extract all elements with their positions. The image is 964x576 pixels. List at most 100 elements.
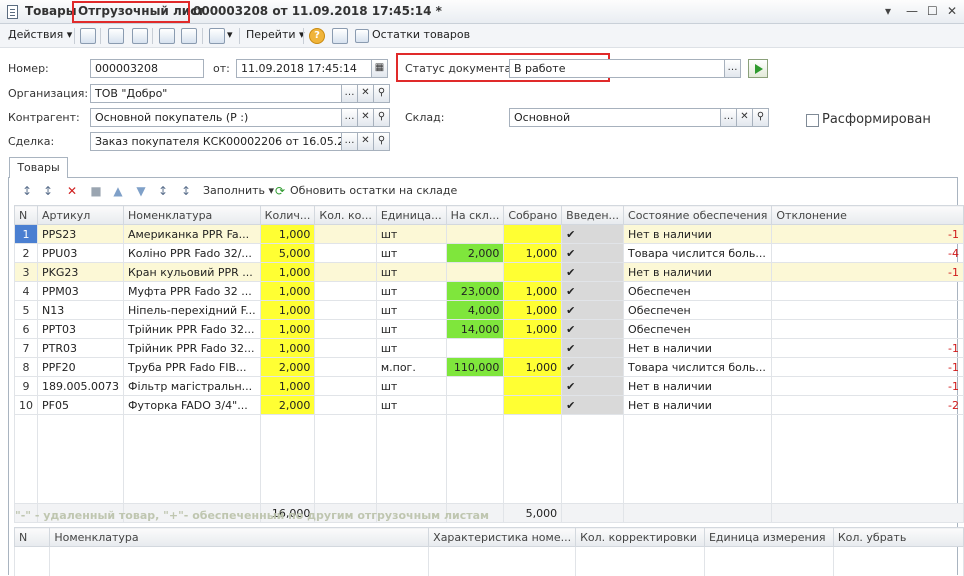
- org-field[interactable]: ТОВ "Добро": [90, 84, 342, 103]
- cell-nomenclature[interactable]: Ніпель-перехідний F...: [122, 300, 261, 320]
- warehouse-clear-icon[interactable]: ✕: [736, 108, 753, 127]
- col-header-name[interactable]: Номенклатура: [122, 205, 261, 225]
- cell-deviation[interactable]: [771, 300, 964, 320]
- cell-correction[interactable]: [314, 262, 377, 282]
- deal-open-icon[interactable]: ⚲: [373, 132, 390, 151]
- col2-header-n[interactable]: N: [13, 527, 51, 547]
- cell-row-number[interactable]: 8: [14, 357, 38, 377]
- deal-select-button[interactable]: …: [341, 132, 358, 151]
- cell-nomenclature[interactable]: Футорка FADO 3/4"...: [122, 395, 261, 415]
- cell-row-number[interactable]: 6: [14, 319, 38, 339]
- cell-deviation[interactable]: -1: [771, 376, 964, 396]
- unpost-icon[interactable]: [181, 28, 197, 44]
- cell-correction[interactable]: [314, 224, 377, 244]
- cell-correction[interactable]: [314, 357, 377, 377]
- col2-header-corr-qty[interactable]: Кол. корректировки: [575, 527, 705, 547]
- help-icon[interactable]: ?: [309, 28, 325, 44]
- cell-unit[interactable]: шт: [375, 395, 447, 415]
- table-row[interactable]: 10 PF05 Футорка FADO 3/4"... 2,000 шт ✔ Нет в …: [14, 395, 964, 415]
- cell-correction[interactable]: [314, 281, 377, 301]
- based-on-dropdown-icon[interactable]: ▾: [227, 28, 233, 41]
- cell-collected[interactable]: [503, 376, 563, 396]
- sort-asc-icon[interactable]: ↕: [20, 184, 34, 198]
- number-field[interactable]: 000003208: [90, 59, 204, 78]
- cell-nomenclature[interactable]: Коліно PPR Fado 32/...: [122, 243, 261, 263]
- stock-button[interactable]: Остатки товаров: [372, 28, 470, 41]
- cell-quantity[interactable]: 5,000: [259, 243, 316, 263]
- col-header-stock[interactable]: На скл...: [445, 205, 505, 225]
- col-header-article[interactable]: Артикул: [37, 205, 124, 225]
- cell-collected[interactable]: 1,000: [503, 319, 563, 339]
- cell-deviation[interactable]: -2: [771, 395, 964, 415]
- cell-supply-state[interactable]: Обеспечен: [623, 300, 773, 320]
- cell-article[interactable]: PPS23: [37, 224, 124, 244]
- actions-menu[interactable]: Действия ▾: [8, 28, 72, 41]
- cell-supply-state[interactable]: Нет в наличии: [623, 395, 773, 415]
- cell-quantity[interactable]: 1,000: [259, 262, 316, 282]
- cell-collected[interactable]: 1,000: [503, 300, 563, 320]
- disband-checkbox[interactable]: [806, 114, 819, 127]
- cell-supply-state[interactable]: Нет в наличии: [623, 376, 773, 396]
- cell-stock[interactable]: 23,000: [445, 281, 505, 301]
- cell-correction[interactable]: [314, 376, 377, 396]
- cell-deviation[interactable]: -1: [771, 357, 964, 377]
- date-field[interactable]: 11.09.2018 17:45:14: [236, 59, 372, 78]
- cell-article[interactable]: PPM03: [37, 281, 124, 301]
- cell-collected[interactable]: 1,000: [503, 243, 563, 263]
- table-row[interactable]: 6 PPT03 Трійник PPR Fado 32... 1,000 шт 14,00…: [14, 319, 964, 339]
- move-up-icon[interactable]: ▲: [111, 184, 125, 198]
- cell-unit[interactable]: шт: [375, 376, 447, 396]
- cell-entered[interactable]: ✔: [561, 338, 625, 358]
- post-close-icon[interactable]: [80, 28, 96, 44]
- cell-deviation[interactable]: [771, 319, 964, 339]
- cell-nomenclature[interactable]: Кран кульовий PPR ...: [122, 262, 261, 282]
- cell-collected[interactable]: [503, 338, 563, 358]
- table-row[interactable]: 1 PPS23 Американка PPR Fa... 1,000 шт ✔ Нет в …: [14, 224, 964, 244]
- warehouse-open-icon[interactable]: ⚲: [752, 108, 769, 127]
- cell-row-number[interactable]: 10: [14, 395, 38, 415]
- cell-row-number[interactable]: 2: [14, 243, 38, 263]
- cell-entered[interactable]: ✔: [561, 281, 625, 301]
- col-header-state[interactable]: Состояние обеспечения: [623, 205, 773, 225]
- table-row[interactable]: 5 N13 Ніпель-перехідний F... 1,000 шт 4,000 1,…: [14, 300, 964, 320]
- cell-entered[interactable]: ✔: [561, 243, 625, 263]
- table-row[interactable]: 7 PTR03 Трійник PPR Fado 32... 1,000 шт ✔ Нет …: [14, 338, 964, 358]
- cell-entered[interactable]: ✔: [561, 224, 625, 244]
- cell-correction[interactable]: [314, 395, 377, 415]
- cell-quantity[interactable]: 1,000: [259, 281, 316, 301]
- cell-quantity[interactable]: 1,000: [259, 319, 316, 339]
- minimize-icon[interactable]: —: [906, 4, 918, 18]
- cell-collected[interactable]: [503, 395, 563, 415]
- cell-stock[interactable]: 2,000: [445, 243, 505, 263]
- cell-stock[interactable]: 4,000: [445, 300, 505, 320]
- cell-deviation[interactable]: -1: [771, 338, 964, 358]
- cell-entered[interactable]: ✔: [561, 376, 625, 396]
- org-open-icon[interactable]: ⚲: [373, 84, 390, 103]
- maximize-icon[interactable]: ☐: [927, 4, 938, 18]
- col-header-qty[interactable]: Колич...: [259, 205, 316, 225]
- cell-nomenclature[interactable]: Труба PPR Fado FIB...: [122, 357, 261, 377]
- cell-article[interactable]: PKG23: [37, 262, 124, 282]
- org-clear-icon[interactable]: ✕: [357, 84, 374, 103]
- cell-supply-state[interactable]: Нет в наличии: [623, 338, 773, 358]
- cell-stock[interactable]: 110,000: [445, 357, 505, 377]
- contractor-field[interactable]: Основной покупатель (Р :): [90, 108, 342, 127]
- cell-unit[interactable]: шт: [375, 281, 447, 301]
- cell-row-number[interactable]: 9: [14, 376, 38, 396]
- cell-entered[interactable]: ✔: [561, 319, 625, 339]
- contractor-open-icon[interactable]: ⚲: [373, 108, 390, 127]
- close-icon[interactable]: ✕: [947, 4, 957, 18]
- cell-correction[interactable]: [314, 319, 377, 339]
- cell-deviation[interactable]: -4: [771, 243, 964, 263]
- cell-deviation[interactable]: -1: [771, 224, 964, 244]
- cell-article[interactable]: PTR03: [37, 338, 124, 358]
- cell-stock[interactable]: [445, 262, 505, 282]
- contractor-select-button[interactable]: …: [341, 108, 358, 127]
- cell-quantity[interactable]: 2,000: [259, 395, 316, 415]
- cell-article[interactable]: 189.005.0073: [37, 376, 124, 396]
- cell-supply-state[interactable]: Нет в наличии: [623, 224, 773, 244]
- col-header-deviation[interactable]: Отклонение: [771, 205, 964, 225]
- cell-unit[interactable]: шт: [375, 338, 447, 358]
- refresh-stock-button[interactable]: Обновить остатки на складе: [290, 184, 457, 197]
- status-field[interactable]: В работе: [509, 59, 725, 78]
